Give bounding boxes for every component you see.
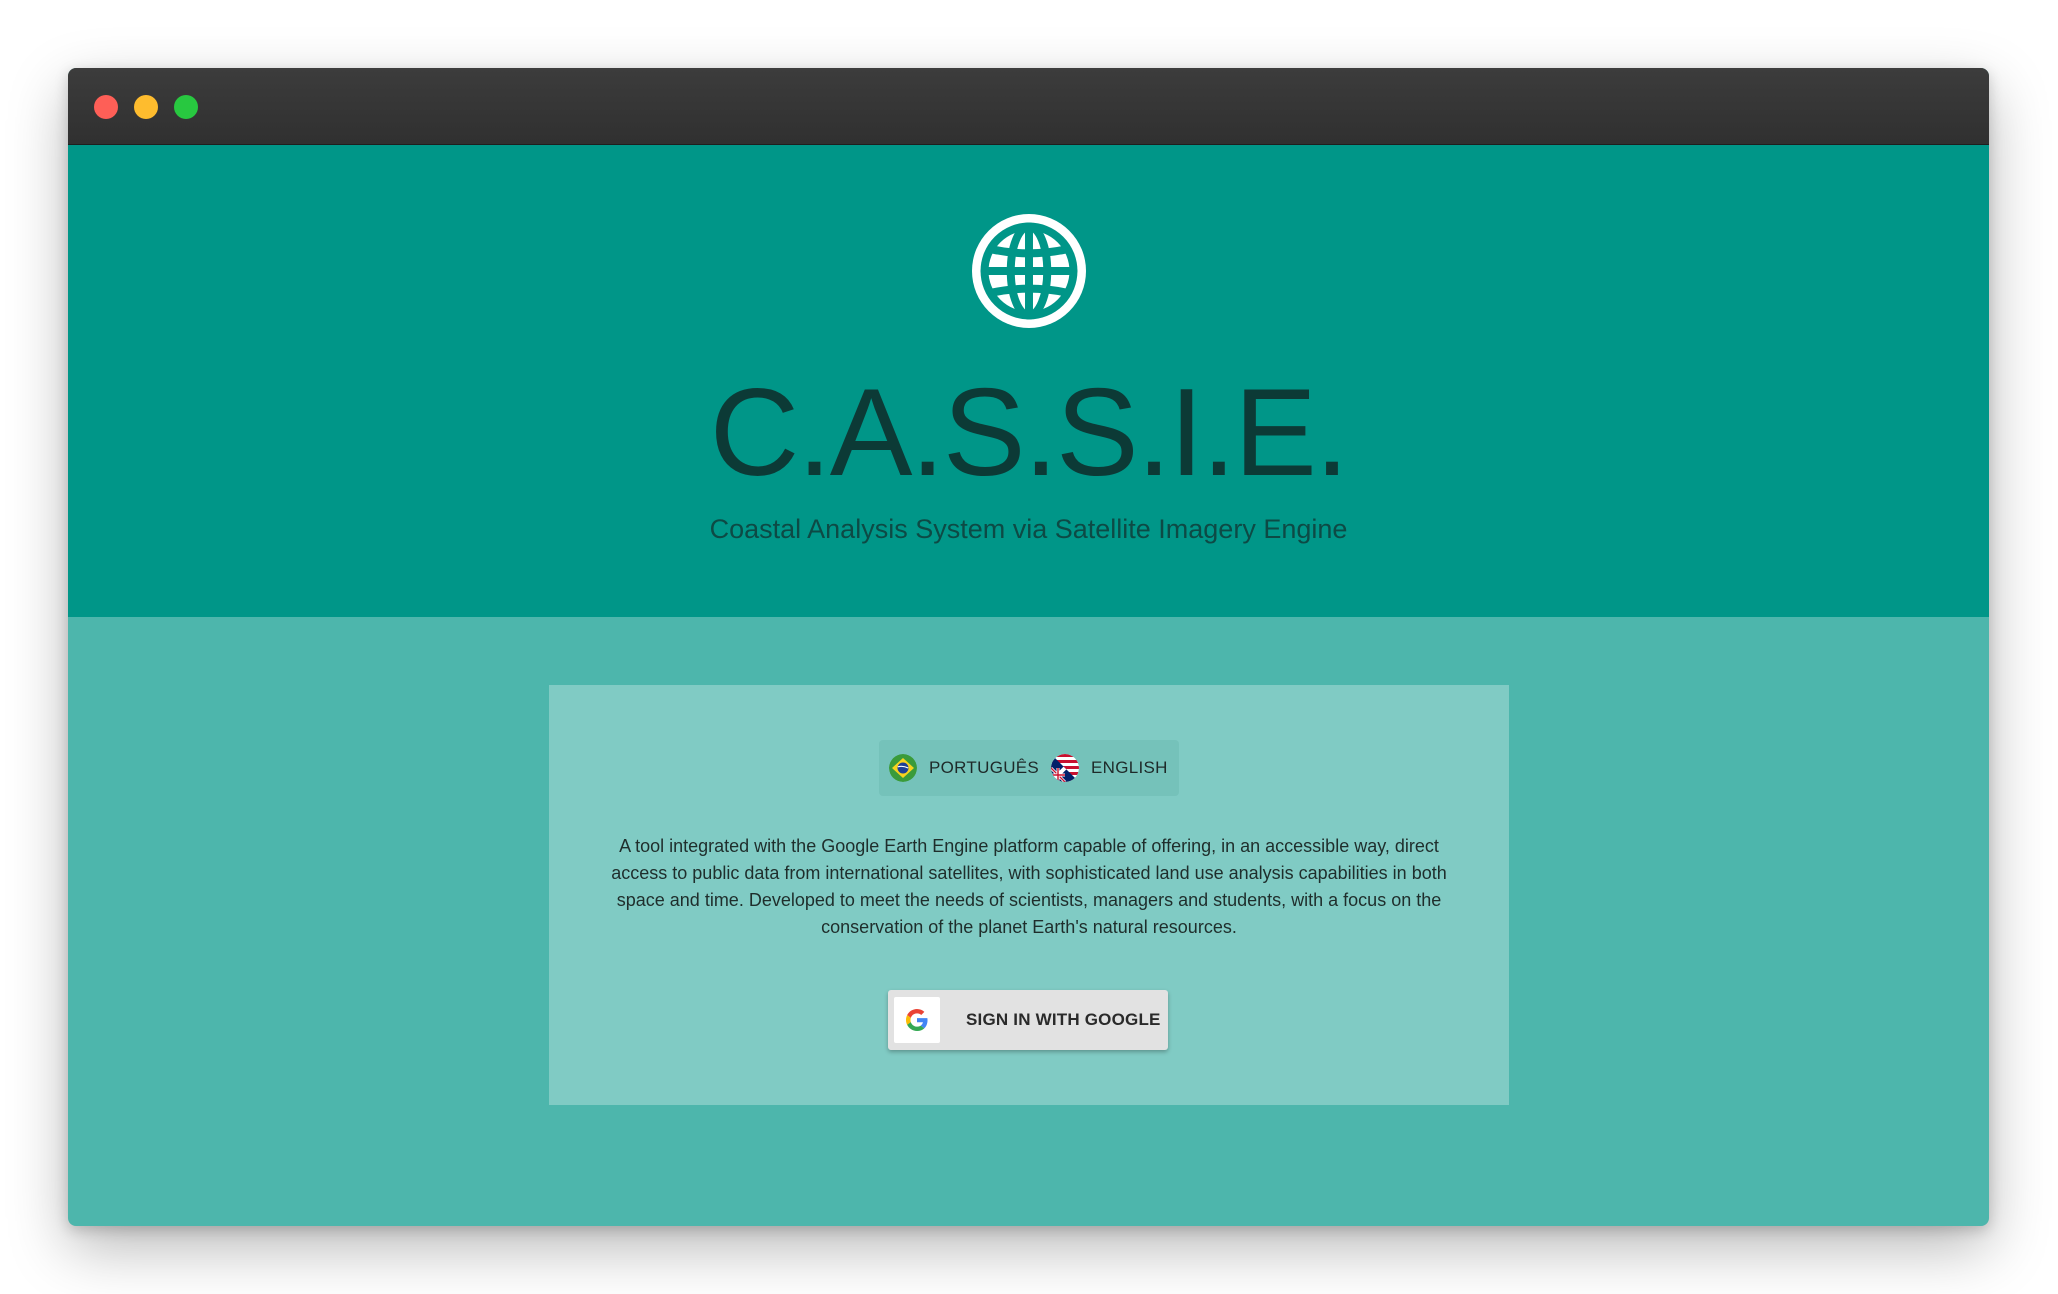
brazil-flag-icon [889,754,917,782]
sign-in-with-google-button[interactable]: SIGN IN WITH GOOGLE [888,990,1168,1050]
language-label-english: ENGLISH [1091,758,1168,777]
login-card: PORTUGUÊS ENGLISH A tool integrated with… [549,685,1509,1105]
maximize-window-button[interactable] [174,95,198,119]
browser-window: C.A.S.S.I.E. Coastal Analysis System via… [68,68,1989,1226]
close-window-button[interactable] [94,95,118,119]
language-button-portugues[interactable]: PORTUGUÊS [889,740,1039,796]
globe-icon [972,214,1086,328]
google-logo-container [894,997,940,1043]
uk-us-flag-icon [1051,754,1079,782]
language-label-portugues: PORTUGUÊS [929,758,1040,777]
app-description: A tool integrated with the Google Earth … [611,836,1447,937]
minimize-window-button[interactable] [134,95,158,119]
app-subtitle: Coastal Analysis System via Satellite Im… [709,514,1348,544]
app-title: C.A.S.S.I.E. [709,364,1350,502]
sign-in-with-google-label: SIGN IN WITH GOOGLE [966,1010,1161,1029]
window-titlebar [68,68,1989,145]
language-switcher: PORTUGUÊS ENGLISH [879,740,1179,796]
language-button-english[interactable]: ENGLISH [1051,740,1168,796]
google-g-icon [906,1009,928,1031]
